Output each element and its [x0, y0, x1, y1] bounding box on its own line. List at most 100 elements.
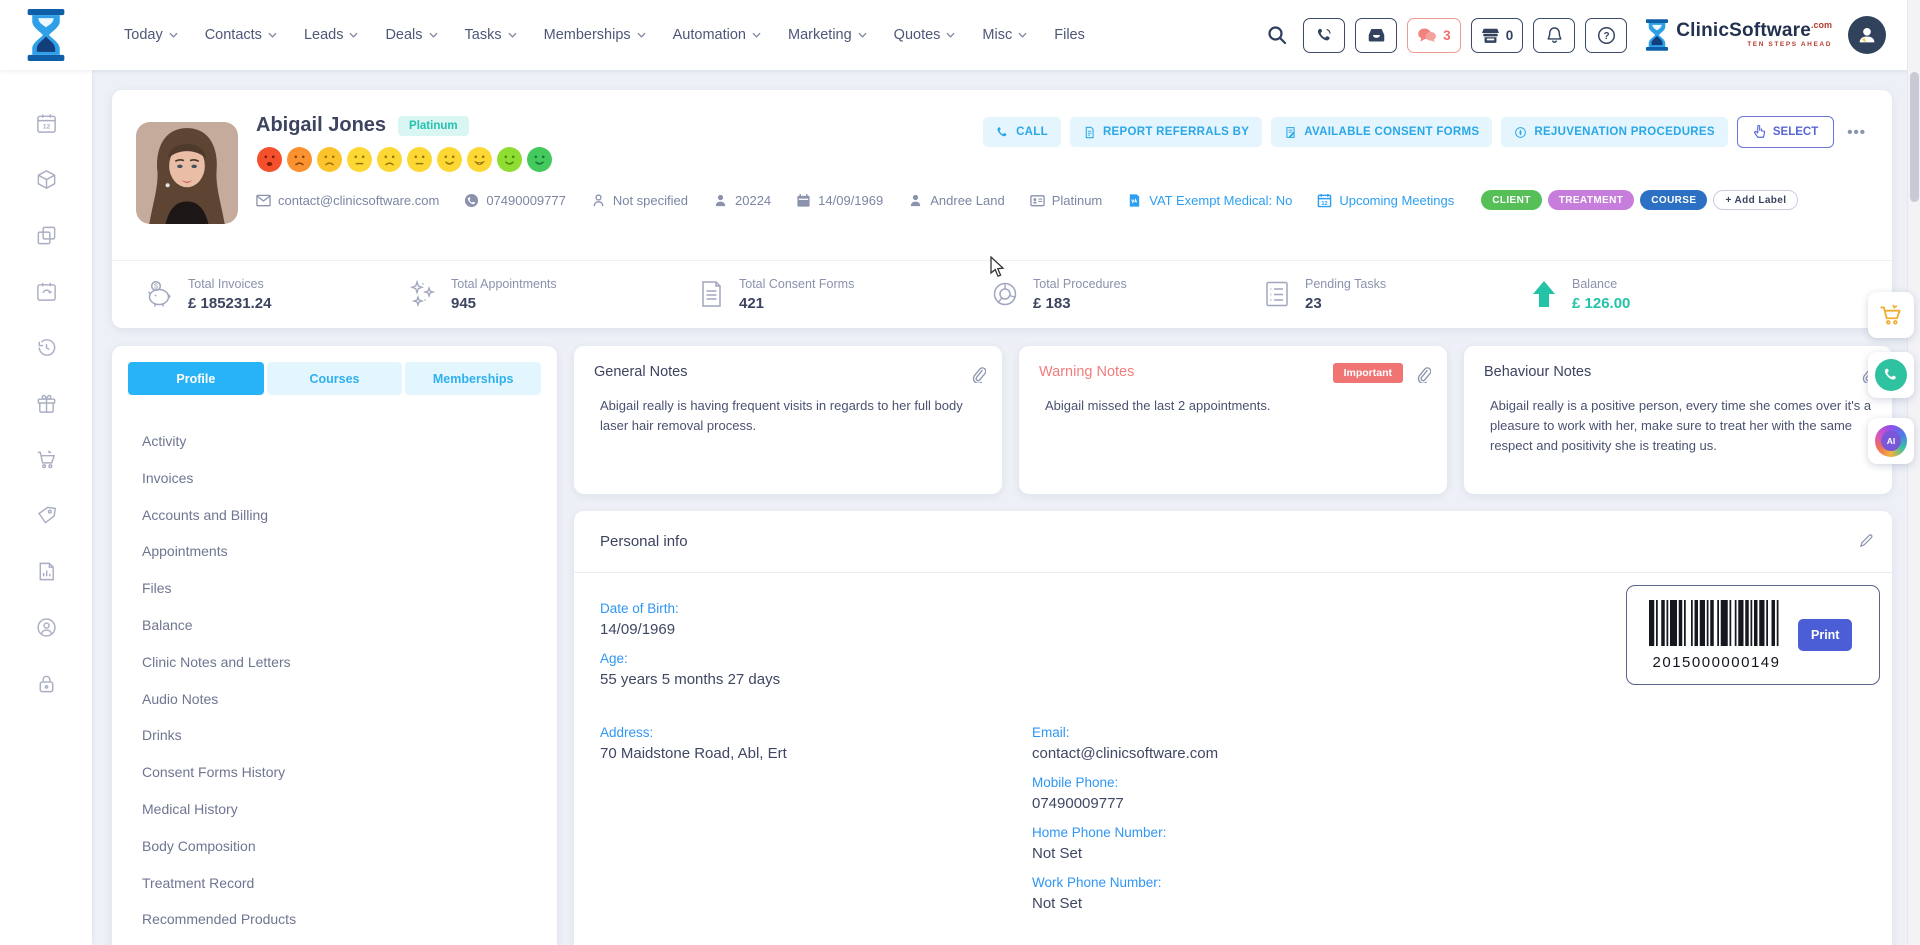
chevron-down-icon — [637, 32, 646, 38]
rail-history-icon[interactable] — [35, 336, 58, 359]
rejuvenation-button[interactable]: REJUVENATION PROCEDURES — [1501, 117, 1728, 147]
personal-info-card: Personal info Date of Birth: 14/09/1969 … — [574, 511, 1892, 945]
menu-item-files[interactable]: Files — [142, 570, 541, 607]
notifications-button[interactable] — [1533, 18, 1575, 53]
rail-cart-icon[interactable] — [35, 448, 58, 471]
patient-stats-row: $ Total Invoices£ 185231.24 Total Appoin… — [112, 260, 1892, 312]
more-options-button[interactable]: ••• — [1843, 124, 1870, 141]
patient-email[interactable]: contact@clinicsoftware.com — [256, 193, 439, 208]
print-button[interactable]: Print — [1798, 619, 1852, 651]
svg-text:12: 12 — [1322, 200, 1328, 206]
tab-profile[interactable]: Profile — [128, 362, 264, 395]
notes-row: General Notes Abigail really is having f… — [574, 346, 1892, 494]
consent-forms-label: AVAILABLE CONSENT FORMS — [1304, 126, 1479, 138]
menu-item-invoices[interactable]: Invoices — [142, 460, 541, 497]
email-text: contact@clinicsoftware.com — [278, 193, 439, 208]
menu-item-appointments[interactable]: Appointments — [142, 533, 541, 570]
attachment-icon[interactable] — [1416, 366, 1431, 388]
patient-id-text: 20224 — [735, 193, 771, 208]
edit-icon[interactable] — [1859, 533, 1874, 553]
nav-item-quotes[interactable]: Quotes — [894, 27, 956, 43]
nav-item-contacts[interactable]: Contacts — [205, 27, 277, 43]
patient-phone[interactable]: 07490009777 — [464, 193, 566, 208]
menu-item-medical-history[interactable]: Medical History — [142, 791, 541, 828]
nav-item-deals[interactable]: Deals — [385, 27, 437, 43]
rail-duplicate-icon[interactable] — [35, 224, 58, 247]
attachment-icon[interactable] — [971, 366, 986, 388]
report-referrals-button[interactable]: REPORT REFERRALS BY — [1070, 117, 1262, 147]
menu-item-drinks[interactable]: Drinks — [142, 717, 541, 754]
dialer-button[interactable] — [1303, 18, 1345, 53]
nav-item-automation[interactable]: Automation — [673, 27, 761, 43]
tier-badge: Platinum — [398, 116, 469, 136]
floating-call-button[interactable] — [1868, 352, 1914, 398]
rail-report-icon[interactable] — [35, 560, 58, 583]
floating-ai-button[interactable]: AI — [1868, 418, 1914, 464]
rail-package-icon[interactable] — [35, 168, 58, 191]
rail-account-icon[interactable] — [35, 616, 58, 639]
call-button[interactable]: CALL — [983, 117, 1061, 147]
menu-item-clinic-notes[interactable]: Clinic Notes and Letters — [142, 644, 541, 681]
field-value: 14/09/1969 — [600, 621, 1032, 638]
brand-logo[interactable]: ClinicSoftware.com TEN STEPS AHEAD — [1645, 19, 1832, 51]
inbox-icon — [1367, 27, 1386, 43]
stat-value: 945 — [451, 295, 557, 312]
nav-item-memberships[interactable]: Memberships — [544, 27, 646, 43]
store-button[interactable]: 0 — [1471, 18, 1524, 53]
search-icon[interactable] — [1267, 25, 1287, 45]
patient-dob[interactable]: 14/09/1969 — [796, 193, 883, 208]
nav-item-leads[interactable]: Leads — [304, 27, 359, 43]
patient-owner[interactable]: Andree Land — [908, 193, 1004, 208]
pi-col-dob: Date of Birth: 14/09/1969 Age: 55 years … — [600, 601, 1032, 701]
satisfaction-scale[interactable] — [256, 146, 553, 173]
upcoming-meetings-link[interactable]: 12 Upcoming Meetings — [1317, 193, 1454, 208]
vat-exempt-link[interactable]: VAT Exempt Medical: No — [1127, 193, 1292, 208]
rail-reschedule-icon[interactable] — [35, 280, 58, 303]
menu-item-activity[interactable]: Activity — [142, 423, 541, 460]
nav-label: Quotes — [894, 27, 941, 43]
rail-pricetag-icon[interactable] — [35, 504, 58, 527]
cart-icon — [1878, 302, 1904, 328]
patient-actions: CALL REPORT REFERRALS BY AVAILABLE CONSE… — [983, 116, 1870, 148]
tab-courses[interactable]: Courses — [267, 362, 403, 395]
nav-item-misc[interactable]: Misc — [982, 27, 1027, 43]
menu-item-body-composition[interactable]: Body Composition — [142, 828, 541, 865]
chat-button[interactable]: 3 — [1407, 18, 1461, 53]
label-client[interactable]: CLIENT — [1481, 190, 1542, 210]
scrollbar-thumb[interactable] — [1910, 72, 1919, 202]
menu-item-accounts-billing[interactable]: Accounts and Billing — [142, 497, 541, 534]
menu-item-audio-notes[interactable]: Audio Notes — [142, 681, 541, 718]
nav-item-files[interactable]: Files — [1054, 27, 1085, 43]
menu-item-consent-history[interactable]: Consent Forms History — [142, 754, 541, 791]
add-label-button[interactable]: + Add Label — [1713, 190, 1798, 210]
page-scrollbar[interactable] — [1907, 0, 1920, 945]
menu-item-treatment-record[interactable]: Treatment Record — [142, 865, 541, 902]
tier-text: Platinum — [1052, 193, 1103, 208]
app-logo[interactable] — [0, 9, 92, 61]
user-avatar[interactable] — [1848, 16, 1886, 54]
patient-id[interactable]: 20224 — [713, 193, 771, 208]
chevron-down-icon — [268, 32, 277, 38]
help-button[interactable]: ? — [1585, 18, 1627, 53]
floating-cart-button[interactable] — [1868, 292, 1914, 338]
rail-gift-icon[interactable] — [35, 392, 58, 415]
rail-lock-icon[interactable] — [35, 672, 58, 695]
rail-calendar-icon[interactable]: 12 — [35, 112, 58, 135]
nav-item-today[interactable]: Today — [124, 27, 178, 43]
personal-info-title: Personal info — [574, 511, 1892, 573]
menu-item-recommended-products[interactable]: Recommended Products — [142, 901, 541, 938]
tab-memberships[interactable]: Memberships — [405, 362, 541, 395]
patient-gender[interactable]: Not specified — [591, 193, 688, 208]
label-treatment[interactable]: TREATMENT — [1548, 190, 1635, 210]
menu-item-balance[interactable]: Balance — [142, 607, 541, 644]
nav-item-tasks[interactable]: Tasks — [465, 27, 517, 43]
patient-tier-item[interactable]: Platinum — [1030, 193, 1103, 208]
behaviour-notes-card: Behaviour Notes Abigail really is a posi… — [1464, 346, 1892, 494]
id-card-icon — [1030, 193, 1045, 208]
patient-photo[interactable] — [136, 122, 238, 224]
inbox-button[interactable] — [1355, 18, 1397, 53]
select-button[interactable]: SELECT — [1737, 116, 1834, 148]
consent-forms-button[interactable]: AVAILABLE CONSENT FORMS — [1271, 117, 1492, 147]
label-course[interactable]: COURSE — [1640, 190, 1707, 210]
nav-item-marketing[interactable]: Marketing — [788, 27, 867, 43]
